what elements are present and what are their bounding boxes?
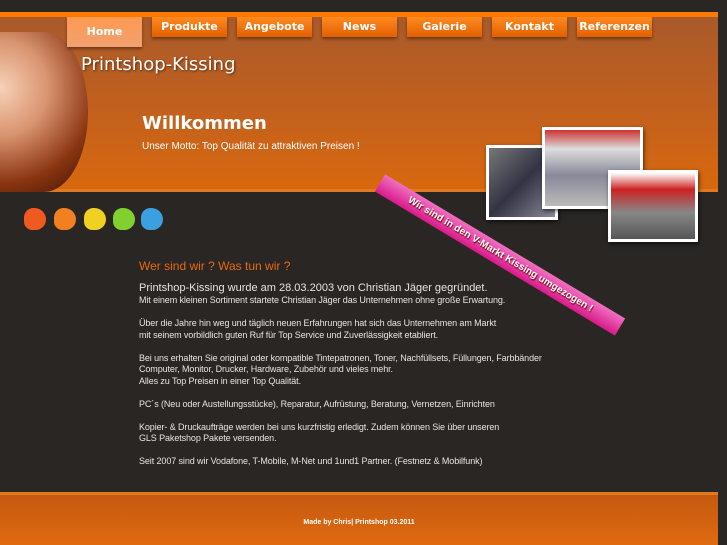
text-line: PC´s (Neu oder Austellungsstücke), Repar…: [139, 398, 495, 409]
footer-credit: Made by Chris| Printshop 03.2011: [303, 519, 415, 526]
text-line: mit seinem vorbildlich guten Ruf für Top…: [139, 329, 439, 340]
tab-produkte[interactable]: Produkte: [152, 17, 227, 37]
blob-green-icon: [113, 208, 135, 230]
photo-store-counter: [608, 170, 698, 242]
paragraph: Mit einem kleinen Sortiment startete Chr…: [139, 295, 579, 307]
tab-angebote[interactable]: Angebote: [237, 17, 312, 37]
paragraph: Kopier- & Druckaufträge werden bei uns k…: [139, 422, 579, 445]
blob-yellow-icon: [84, 208, 106, 230]
text-line: Alles zu Top Preisen in einer Top Qualit…: [139, 375, 301, 386]
welcome-heading: Willkommen: [142, 113, 267, 134]
tab-home[interactable]: Home: [67, 17, 142, 47]
section-title: Wer sind wir ? Was tun wir ?: [139, 259, 291, 273]
footer: Made by Chris| Printshop 03.2011: [0, 492, 718, 545]
paragraph: Bei uns erhalten Sie original oder kompa…: [139, 353, 579, 388]
globe-icon: [0, 32, 88, 192]
motto-text: Unser Motto: Top Qualität zu attraktiven…: [142, 141, 360, 152]
tab-referenzen[interactable]: Referenzen: [577, 17, 652, 37]
text-line: Computer, Monitor, Drucker, Hardware, Zu…: [139, 364, 393, 374]
paragraph: Seit 2007 sind wir Vodafone, T-Mobile, M…: [139, 456, 579, 468]
main-content: Printshop-Kissing wurde am 28.03.2003 vo…: [139, 282, 579, 479]
text-line: GLS Paketshop Pakete versenden.: [139, 433, 277, 443]
blob-blue-icon: [141, 208, 163, 230]
text-line: Über die Jahre hin weg und täglich neuen…: [139, 318, 497, 328]
text-line: Bei uns erhalten Sie original oder kompa…: [139, 352, 542, 363]
site-title: Printshop-Kissing: [81, 54, 236, 75]
lead-text: Printshop-Kissing wurde am 28.03.2003 vo…: [139, 282, 488, 294]
blob-orange-icon: [54, 208, 76, 230]
paragraph: PC´s (Neu oder Austellungsstücke), Repar…: [139, 399, 579, 411]
tab-news[interactable]: News: [322, 17, 397, 37]
tab-kontakt[interactable]: Kontakt: [492, 17, 567, 37]
blob-red-icon: [24, 208, 46, 230]
text-line: Mit einem kleinen Sortiment startete Chr…: [139, 295, 506, 305]
text-line: Seit 2007 sind wir Vodafone, T-Mobile, M…: [139, 456, 483, 466]
paragraph: Über die Jahre hin weg und täglich neuen…: [139, 318, 579, 341]
text-line: Kopier- & Druckaufträge werden bei uns k…: [139, 421, 500, 432]
tab-galerie[interactable]: Galerie: [407, 17, 482, 37]
